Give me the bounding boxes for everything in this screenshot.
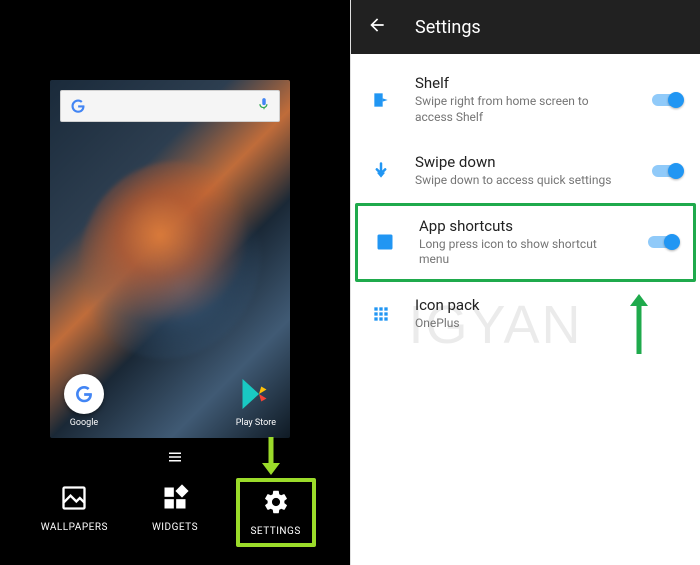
setting-swipe-down[interactable]: Swipe down Swipe down to access quick se… (351, 139, 700, 203)
settings-button[interactable]: SETTINGS (236, 478, 316, 547)
widgets-label: WIDGETS (152, 522, 198, 533)
shelf-icon (369, 90, 393, 110)
settings-list: IGYAN Shelf Swipe right from home screen… (351, 54, 700, 346)
app-label: Google (70, 418, 98, 428)
widgets-button[interactable]: WIDGETS (135, 478, 215, 547)
setting-title: App shortcuts (419, 217, 624, 235)
annotation-arrow-up (628, 294, 650, 358)
toggle-switch[interactable] (650, 162, 684, 180)
annotation-arrow-down (260, 435, 282, 479)
setting-app-shortcuts[interactable]: App shortcuts Long press icon to show sh… (355, 203, 696, 282)
settings-panel: Settings IGYAN Shelf Swipe right from ho… (350, 0, 700, 565)
gear-icon (262, 488, 290, 520)
widgets-icon (161, 484, 189, 516)
setting-title: Swipe down (415, 153, 628, 171)
open-in-new-icon (373, 232, 397, 252)
drawer-handle-icon[interactable] (166, 448, 184, 470)
setting-shelf[interactable]: Shelf Swipe right from home screen to ac… (351, 60, 700, 139)
wallpapers-label: WALLPAPERS (41, 522, 108, 533)
setting-title: Shelf (415, 74, 628, 92)
app-play-store[interactable]: Play Store (236, 374, 276, 428)
wallpapers-icon (60, 484, 88, 516)
back-button[interactable] (367, 15, 387, 39)
toggle-switch[interactable] (650, 91, 684, 109)
wallpaper-art (51, 135, 289, 385)
setting-subtitle: Long press icon to show shortcut menu (419, 237, 624, 268)
arrow-down-icon (369, 161, 393, 181)
app-google[interactable]: Google (64, 374, 104, 428)
page-title: Settings (415, 17, 481, 38)
settings-label: SETTINGS (250, 526, 300, 537)
launcher-bottom-bar: WALLPAPERS WIDGETS SETTINGS (0, 478, 350, 547)
google-g-icon (69, 97, 87, 115)
wallpapers-button[interactable]: WALLPAPERS (34, 478, 114, 547)
grid-icon (369, 304, 393, 324)
launcher-edit-panel: Google Play Store WALLPAPERS (0, 0, 350, 565)
toggle-switch[interactable] (646, 233, 680, 251)
voice-search-icon[interactable] (257, 96, 271, 116)
app-bar: Settings (351, 0, 700, 54)
home-screen-preview[interactable]: Google Play Store (50, 80, 290, 438)
app-label: Play Store (236, 418, 276, 428)
setting-subtitle: Swipe right from home screen to access S… (415, 94, 628, 125)
setting-subtitle: Swipe down to access quick settings (415, 173, 628, 189)
google-search-bar[interactable] (60, 90, 280, 122)
